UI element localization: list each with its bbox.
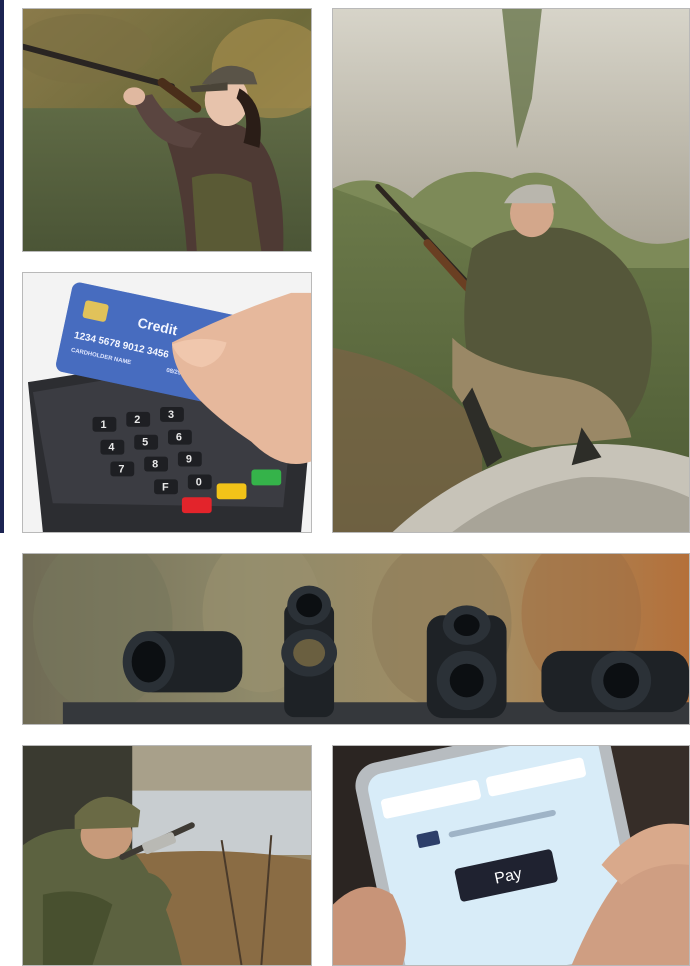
- red-key: [181, 497, 212, 514]
- photo-woman-hunter: [22, 8, 312, 252]
- photo-mobile-payment: Pay: [332, 745, 690, 966]
- scope-3: [426, 605, 507, 719]
- yellow-key: [216, 483, 247, 500]
- svg-text:4: 4: [108, 442, 114, 454]
- mobile-payment-illustration: Pay: [333, 746, 689, 965]
- svg-text:5: 5: [142, 437, 148, 449]
- svg-text:1: 1: [100, 419, 106, 431]
- svg-text:3: 3: [168, 409, 174, 421]
- svg-text:F: F: [162, 481, 169, 493]
- woman-hunter-illustration: [23, 9, 311, 251]
- svg-text:6: 6: [176, 432, 182, 444]
- svg-text:0: 0: [196, 476, 202, 488]
- rifle-scopes-illustration: [23, 554, 689, 724]
- accent-bar: [0, 0, 4, 533]
- photo-camo-hunter: [22, 745, 312, 966]
- svg-text:8: 8: [152, 459, 158, 471]
- card-payment-illustration: 1 2 3 4 5 6 7 8 9 F 0 Credit 1234 5678 9…: [23, 273, 311, 532]
- scope-2: [281, 585, 338, 718]
- cliff-hunter-illustration: [333, 9, 689, 532]
- photo-cliff-hunter: [332, 8, 690, 533]
- camo-hunter-illustration: [23, 746, 311, 965]
- scope-4: [541, 650, 689, 713]
- green-key: [251, 469, 282, 486]
- scope-1: [122, 631, 243, 693]
- photo-rifle-scopes: [22, 553, 690, 725]
- svg-text:2: 2: [134, 414, 140, 426]
- photo-card-payment: 1 2 3 4 5 6 7 8 9 F 0 Credit 1234 5678 9…: [22, 272, 312, 533]
- svg-text:9: 9: [186, 454, 192, 466]
- svg-text:7: 7: [118, 463, 124, 475]
